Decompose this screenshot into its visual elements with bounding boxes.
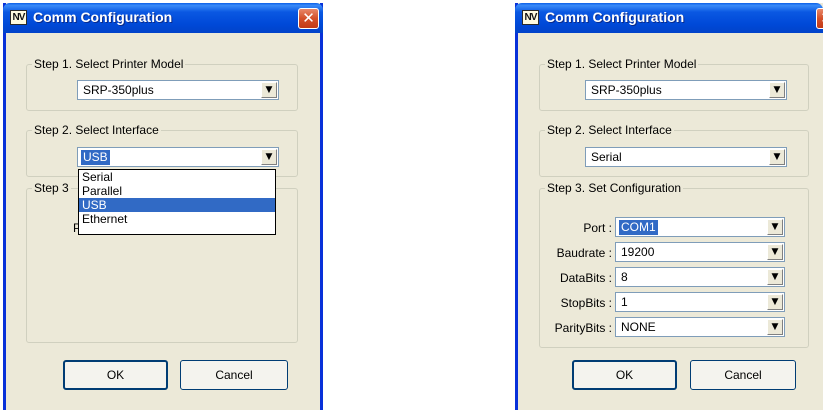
interface-select[interactable]: USB ▼ — [77, 147, 279, 167]
interface-select[interactable]: Serial ▼ — [585, 147, 787, 167]
chevron-down-icon[interactable]: ▼ — [767, 244, 783, 260]
port-label: Port : — [583, 221, 612, 235]
dropdown-option-serial[interactable]: Serial — [79, 170, 275, 184]
close-button[interactable]: ✕ — [816, 8, 823, 29]
chevron-down-icon[interactable]: ▼ — [261, 149, 277, 165]
stopbits-select[interactable]: 1 ▼ — [615, 292, 785, 312]
cancel-button[interactable]: Cancel — [690, 360, 796, 390]
port-select[interactable]: COM1 ▼ — [615, 217, 785, 237]
databits-select[interactable]: 8 ▼ — [615, 267, 785, 287]
step2-legend: Step 2. Select Interface — [34, 123, 159, 137]
printer-model-select[interactable]: SRP-350plus ▼ — [77, 80, 279, 100]
chevron-down-icon[interactable]: ▼ — [767, 294, 783, 310]
baudrate-label: Baudrate : — [556, 246, 612, 260]
chevron-down-icon[interactable]: ▼ — [767, 269, 783, 285]
window-title: Comm Configuration — [545, 9, 685, 25]
step3-legend: Step 3 — [34, 181, 69, 195]
interface-value: Serial — [591, 150, 622, 164]
interface-value: USB — [81, 150, 110, 165]
chevron-down-icon[interactable]: ▼ — [767, 219, 783, 235]
paritybits-value: NONE — [621, 320, 656, 334]
chevron-down-icon[interactable]: ▼ — [767, 319, 783, 335]
dropdown-option-usb[interactable]: USB — [79, 198, 275, 212]
paritybits-select[interactable]: NONE ▼ — [615, 317, 785, 337]
stopbits-value: 1 — [621, 295, 628, 309]
databits-label: DataBits : — [559, 271, 612, 285]
title-bar[interactable]: NV Comm Configuration ✕ — [515, 3, 823, 33]
paritybits-label: ParityBits : — [554, 321, 612, 335]
port-value: COM1 — [619, 220, 658, 235]
app-logo-icon: NV — [10, 10, 27, 25]
step2-legend: Step 2. Select Interface — [547, 123, 672, 137]
dropdown-option-ethernet[interactable]: Ethernet — [79, 212, 275, 226]
step1-legend: Step 1. Select Printer Model — [34, 57, 184, 71]
interface-dropdown-list: Serial Parallel USB Ethernet — [78, 169, 276, 235]
title-bar[interactable]: NV Comm Configuration ✕ — [3, 3, 323, 33]
chevron-down-icon[interactable]: ▼ — [769, 149, 785, 165]
app-logo-icon: NV — [522, 10, 539, 25]
chevron-down-icon[interactable]: ▼ — [769, 82, 785, 98]
printer-model-value: SRP-350plus — [83, 83, 154, 97]
stopbits-label: StopBits : — [560, 296, 612, 310]
window-title: Comm Configuration — [33, 9, 173, 25]
comm-config-dialog-left: NV Comm Configuration ✕ Step 1. Select P… — [3, 3, 323, 410]
ok-button[interactable]: OK — [572, 360, 677, 390]
step3-legend: Step 3. Set Configuration — [547, 181, 682, 195]
comm-config-dialog-right: NV Comm Configuration ✕ Step 1. Select P… — [515, 3, 823, 410]
baudrate-value: 19200 — [621, 245, 655, 259]
chevron-down-icon[interactable]: ▼ — [261, 82, 277, 98]
baudrate-select[interactable]: 19200 ▼ — [615, 242, 785, 262]
step1-legend: Step 1. Select Printer Model — [547, 57, 697, 71]
databits-value: 8 — [621, 270, 628, 284]
close-button[interactable]: ✕ — [298, 8, 319, 29]
dropdown-option-parallel[interactable]: Parallel — [79, 184, 275, 198]
cancel-button[interactable]: Cancel — [180, 360, 288, 390]
printer-model-value: SRP-350plus — [591, 83, 662, 97]
ok-button[interactable]: OK — [63, 360, 168, 390]
printer-model-select[interactable]: SRP-350plus ▼ — [585, 80, 787, 100]
